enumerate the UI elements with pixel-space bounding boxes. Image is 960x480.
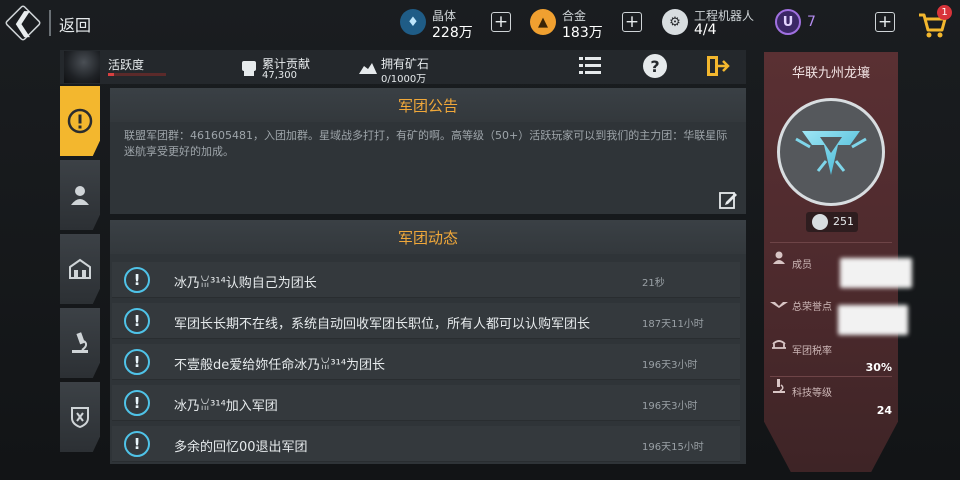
divider — [49, 10, 51, 36]
alert-icon: ! — [124, 349, 150, 375]
feed-item-text: 不壹般de爱给妳任命冰乃ꈍ³¹⁴为团长 — [174, 358, 386, 373]
top-bar: ❮ 返回 ♦ 晶体 228万 + ▲ 合金 183万 + ⚙ 工程机器人 4/4… — [0, 0, 960, 48]
resource-alloy: ▲ 合金 183万 — [530, 6, 610, 41]
activity-bar — [108, 73, 166, 76]
robot-icon: ⚙ — [662, 9, 688, 35]
tab-war[interactable] — [60, 382, 100, 452]
honor-label: 总荣誉点 — [792, 302, 832, 313]
legion-name: 华联九州龙壤 — [791, 66, 870, 81]
fist-icon — [242, 61, 256, 76]
notice-text: 联盟军团群：461605481，入团加群。星域战多打打，有矿的啊。高等级（50+… — [124, 129, 728, 158]
tab-tech[interactable] — [60, 308, 100, 378]
exit-icon — [707, 56, 730, 76]
add-u-currency-button[interactable]: + — [875, 12, 895, 32]
feed-item-time: 196天3小时 — [642, 401, 698, 412]
resource-value: 4/4 — [694, 22, 717, 38]
activity-label: 活跃度 — [108, 58, 145, 72]
u-currency-icon: U — [775, 9, 801, 35]
resource-crystal: ♦ 晶体 228万 — [400, 6, 480, 41]
feed-title: 军团动态 — [110, 220, 746, 254]
tech-value: 24 — [876, 404, 892, 417]
feed-item-time: 187天11小时 — [642, 319, 704, 330]
members-label: 成员 — [792, 260, 812, 271]
notice-title: 军团公告 — [110, 88, 746, 122]
ore-value: 0/1000万 — [381, 74, 427, 85]
alloy-icon: ▲ — [530, 9, 556, 35]
alert-icon: ! — [124, 390, 150, 416]
tab-notice[interactable] — [60, 86, 100, 156]
alert-icon: ! — [124, 267, 150, 293]
building-icon — [69, 258, 91, 279]
feed-item-text: 军团长长期不在线，系统自动回收军团长职位，所有人都可以认购军团长 — [174, 317, 591, 332]
feed-item-time: 21秒 — [642, 278, 665, 289]
resource-u-currency: U 7 — [775, 6, 835, 40]
contribution-value: 47,300 — [262, 70, 297, 81]
feed-item: ! 多余的回忆00退出军团 196天15小时 — [112, 426, 740, 462]
add-crystal-button[interactable]: + — [491, 12, 511, 32]
ore-icon — [359, 63, 377, 74]
wings-icon — [770, 298, 788, 308]
list-button[interactable] — [575, 53, 605, 79]
feed-item-time: 196天3小时 — [642, 360, 698, 371]
help-button[interactable]: ? — [640, 53, 670, 79]
alert-icon — [67, 108, 93, 134]
legion-emblem[interactable] — [777, 98, 885, 206]
tax-label: 军团税率 — [792, 346, 832, 357]
feed-item-text: 冰乃ꈍ³¹⁴加入军团 — [174, 399, 278, 414]
feed-item-text: 多余的回忆00退出军团 — [174, 440, 308, 455]
list-icon — [579, 57, 601, 74]
exit-legion-button[interactable] — [702, 53, 732, 79]
power-icon — [812, 214, 828, 230]
notification-badge: 1 — [937, 5, 952, 20]
back-arrow-icon[interactable]: ❮ — [8, 5, 38, 41]
redacted-honor — [838, 305, 908, 335]
alert-icon: ! — [124, 308, 150, 334]
feed-item: ! 不壹般de爱给妳任命冰乃ꈍ³¹⁴为团长 196天3小时 — [112, 344, 740, 380]
divider — [770, 376, 892, 377]
back-label[interactable]: 返回 — [59, 12, 91, 36]
shield-icon — [71, 407, 89, 429]
microscope-icon — [72, 332, 88, 353]
avatar[interactable] — [64, 51, 100, 83]
feed-item-time: 196天15小时 — [642, 442, 704, 453]
resource-robot: ⚙ 工程机器人 4/4 — [662, 6, 762, 40]
legion-power: 251 — [833, 215, 854, 228]
feed-item: ! 军团长长期不在线，系统自动回收军团长职位，所有人都可以认购军团长 187天1… — [112, 303, 740, 339]
feed-item-text: 冰乃ꈍ³¹⁴认购自己为团长 — [174, 276, 317, 291]
tech-label: 科技等级 — [792, 388, 832, 399]
tab-members[interactable] — [60, 160, 100, 230]
feed-item: ! 冰乃ꈍ³¹⁴加入军团 196天3小时 — [112, 385, 740, 421]
edit-notice-button[interactable] — [718, 190, 738, 210]
feed-item: ! 冰乃ꈍ³¹⁴认购自己为团长 21秒 — [112, 262, 740, 298]
redacted-members — [840, 258, 912, 288]
emblem-icon — [795, 131, 867, 175]
members-icon — [773, 251, 785, 264]
help-icon: ? — [643, 54, 667, 78]
resource-value: 183万 — [562, 25, 603, 41]
divider — [770, 242, 892, 243]
add-alloy-button[interactable]: + — [622, 12, 642, 32]
person-icon — [71, 186, 89, 205]
edit-icon — [719, 192, 737, 209]
tab-base[interactable] — [60, 234, 100, 304]
tax-icon — [772, 340, 786, 349]
crystal-icon: ♦ — [400, 9, 426, 35]
tax-value: 30% — [865, 361, 892, 374]
alert-icon: ! — [124, 431, 150, 457]
resource-value: 7 — [807, 14, 816, 30]
microscope-icon — [773, 379, 785, 393]
resource-value: 228万 — [432, 25, 473, 41]
